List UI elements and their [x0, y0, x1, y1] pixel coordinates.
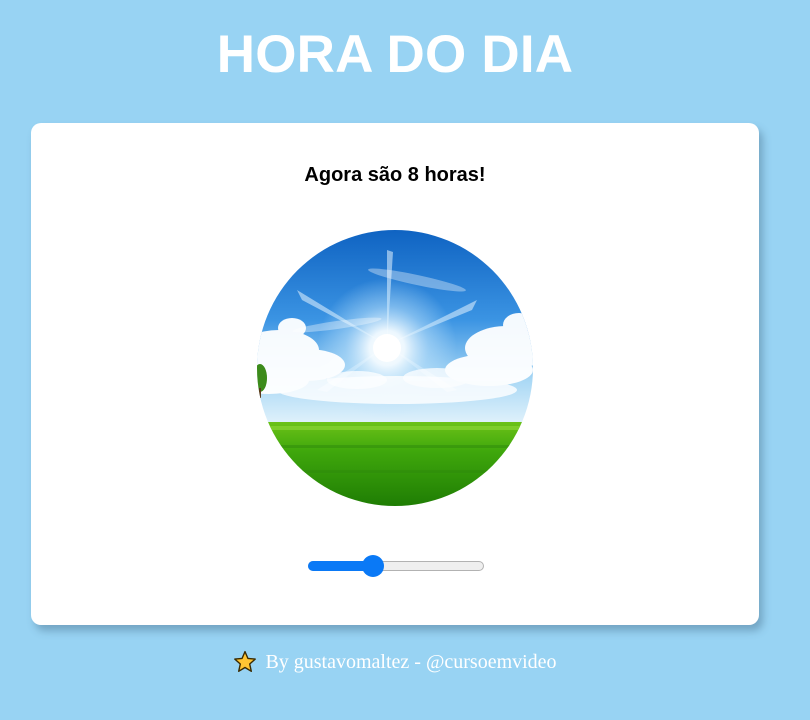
- hour-card: Agora são 8 horas!: [31, 123, 759, 625]
- morning-scene-illustration: [257, 230, 533, 506]
- hour-slider[interactable]: [306, 555, 484, 577]
- footer-credit: By gustavomaltez - @cursoemvideo: [265, 650, 557, 673]
- slider-thumb[interactable]: [361, 555, 384, 577]
- star-icon: [233, 650, 257, 674]
- sun-icon: [373, 334, 401, 362]
- page-title: HORA DO DIA: [216, 24, 574, 84]
- hour-message: Agora são 8 horas!: [304, 164, 486, 186]
- grass-field: [257, 422, 533, 506]
- page-header: HORA DO DIA: [0, 0, 790, 110]
- footer: By gustavomaltez - @cursoemvideo: [0, 650, 790, 674]
- time-of-day-image: [257, 230, 533, 506]
